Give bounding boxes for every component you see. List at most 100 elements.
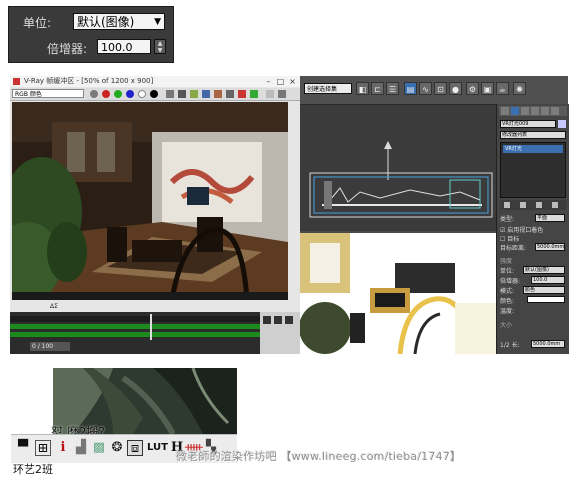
remove-modifier-icon[interactable] — [552, 202, 558, 208]
compare-icon[interactable]: ⧈ — [127, 440, 143, 456]
viewport-perspective[interactable] — [300, 233, 496, 354]
hierarchy-tab-icon[interactable] — [521, 107, 529, 115]
vfb-status-bar: ΔΣ — [10, 302, 300, 312]
play-icon[interactable] — [263, 316, 271, 324]
make-unique-icon[interactable] — [536, 202, 542, 208]
unit-dropdown[interactable]: 默认(图像) ▼ — [73, 13, 165, 30]
multiplier-field[interactable]: 100.0 — [97, 39, 151, 54]
levels-icon[interactable]: ▩ — [91, 440, 107, 456]
multiplier-field-small[interactable]: 100.0 — [531, 276, 565, 284]
render-production-icon[interactable]: ☕ — [496, 82, 509, 95]
selection-set-dropdown[interactable]: 创建选择集 — [304, 83, 352, 94]
lut-icon[interactable]: LUT — [147, 440, 168, 456]
modifier-stack-item[interactable]: VR灯光 — [503, 145, 563, 153]
modify-tab-icon[interactable] — [511, 107, 519, 115]
align-icon[interactable]: ⊏ — [371, 82, 384, 95]
param-row: 倍增器: — [500, 278, 521, 285]
maximize-icon[interactable]: □ — [276, 77, 285, 86]
stop-render-icon[interactable] — [238, 90, 246, 98]
mode-dropdown[interactable]: 颜色 — [523, 286, 565, 294]
track-mouse-icon[interactable] — [214, 90, 222, 98]
region-icon[interactable]: ⊞ — [35, 440, 51, 456]
timeline-track-2 — [10, 332, 260, 337]
vray-frame-buffer: V-Ray 帧缓冲区 - [50% of 1200 x 900] – □ × R… — [10, 76, 300, 354]
pin-stack-icon[interactable] — [504, 202, 510, 208]
max-screenshot: V-Ray 帧缓冲区 - [50% of 1200 x 900] – □ × R… — [10, 76, 569, 354]
frame-counter: 0 / 100 — [30, 342, 70, 351]
load-image-icon[interactable] — [178, 90, 186, 98]
vfb-title-bar: V-Ray 帧缓冲区 - [50% of 1200 x 900] – □ × — [10, 76, 300, 87]
object-color-swatch[interactable] — [558, 120, 566, 128]
save-icon[interactable]: ▀ — [15, 440, 31, 456]
green-channel-icon[interactable] — [114, 90, 122, 98]
viewport-perspective-shaded — [300, 233, 496, 354]
display-tab-icon[interactable] — [541, 107, 549, 115]
stack-buttons — [500, 200, 566, 210]
modifier-list-dropdown[interactable]: 修改器列表 — [500, 131, 566, 139]
param-row[interactable]: ☑ 启用视口着色 — [500, 225, 543, 234]
max-main-toolbar: 创建选择集 ◧ ⊏ ☰ ▤ ∿ ⊡ ● ⚙ ▣ ☕ ✺ — [300, 76, 568, 105]
color-swatch[interactable] — [527, 296, 565, 303]
half-length-field[interactable]: 5000.0mm — [531, 340, 565, 348]
param-row: 模式: — [500, 288, 515, 295]
copy-icon[interactable] — [202, 90, 210, 98]
show-end-result-icon[interactable] — [520, 202, 526, 208]
close-icon[interactable]: × — [288, 77, 297, 86]
history-icon[interactable] — [266, 90, 274, 98]
settings-icon[interactable] — [278, 90, 286, 98]
next-frame-icon[interactable] — [274, 316, 282, 324]
unit-label: 单位: — [23, 16, 52, 30]
create-tab-icon[interactable] — [501, 107, 509, 115]
param-row: 类型: — [500, 216, 515, 223]
schematic-icon[interactable]: ⊡ — [434, 82, 447, 95]
save-image-icon[interactable] — [166, 90, 174, 98]
vfb-toolbar: RGB 颜色 — [10, 88, 300, 101]
alpha-channel-icon[interactable] — [138, 90, 146, 98]
key-mode-icon[interactable] — [285, 316, 293, 324]
target-distance-field[interactable]: 5000.0mm — [535, 243, 565, 251]
render-frame-icon[interactable]: ▣ — [481, 82, 494, 95]
timeline-controls — [260, 312, 300, 354]
region-render-icon[interactable] — [226, 90, 234, 98]
render-setup-icon[interactable]: ⚙ — [466, 82, 479, 95]
object-name-field[interactable]: VR灯光009 — [500, 120, 556, 128]
param-row: 温度: — [500, 308, 515, 315]
render-icon[interactable] — [250, 90, 258, 98]
rgb-icon[interactable] — [90, 90, 98, 98]
vray-logo-icon — [13, 78, 20, 85]
layer-icon[interactable]: ☰ — [386, 82, 399, 95]
clear-icon[interactable] — [190, 90, 198, 98]
light-type-dropdown[interactable]: 平面 — [535, 214, 565, 222]
minimize-icon[interactable]: – — [264, 77, 273, 86]
section-heading: 强度 — [500, 258, 513, 265]
mono-icon[interactable] — [150, 90, 158, 98]
multiplier-spinner[interactable]: ▲ ▼ — [154, 39, 166, 54]
param-row: 1/2 长: — [500, 342, 520, 349]
command-panel-tabs — [499, 106, 567, 116]
red-channel-icon[interactable] — [102, 90, 110, 98]
timeline[interactable]: 0 / 100 — [10, 312, 260, 354]
time-slider[interactable] — [150, 314, 152, 340]
modifier-stack: VR灯光 — [500, 142, 566, 198]
lens-effects-icon[interactable]: ❂ — [109, 440, 125, 456]
info-icon[interactable]: i — [55, 440, 71, 456]
class-label: 环艺2班 — [13, 463, 53, 476]
histogram-icon[interactable]: ▟ — [73, 440, 89, 456]
scene-explorer-icon[interactable]: ▤ — [404, 82, 417, 95]
curve-editor-icon[interactable]: ∿ — [419, 82, 432, 95]
utilities-tab-icon[interactable] — [551, 107, 559, 115]
motion-tab-icon[interactable] — [531, 107, 539, 115]
vfb-status-left: ΔΣ — [50, 303, 58, 310]
material-editor-icon[interactable]: ● — [449, 82, 462, 95]
param-row[interactable]: ☐ 目标 — [500, 234, 519, 243]
viewport-top[interactable] — [300, 105, 496, 231]
mirror-icon[interactable]: ◧ — [356, 82, 369, 95]
teapot-icon[interactable]: ✺ — [513, 82, 526, 95]
unit-dropdown-small[interactable]: 默认(图像) — [523, 266, 565, 274]
viewport-top-wireframe — [300, 105, 496, 231]
channel-select[interactable]: RGB 颜色 — [12, 89, 84, 98]
unit-dropdown-value: 默认(图像) — [77, 15, 135, 29]
blue-channel-icon[interactable] — [126, 90, 134, 98]
vfb-title: V-Ray 帧缓冲区 - [50% of 1200 x 900] — [24, 77, 154, 85]
units-panel: 单位: 默认(图像) ▼ 倍增器: 100.0 ▲ ▼ — [8, 6, 174, 63]
